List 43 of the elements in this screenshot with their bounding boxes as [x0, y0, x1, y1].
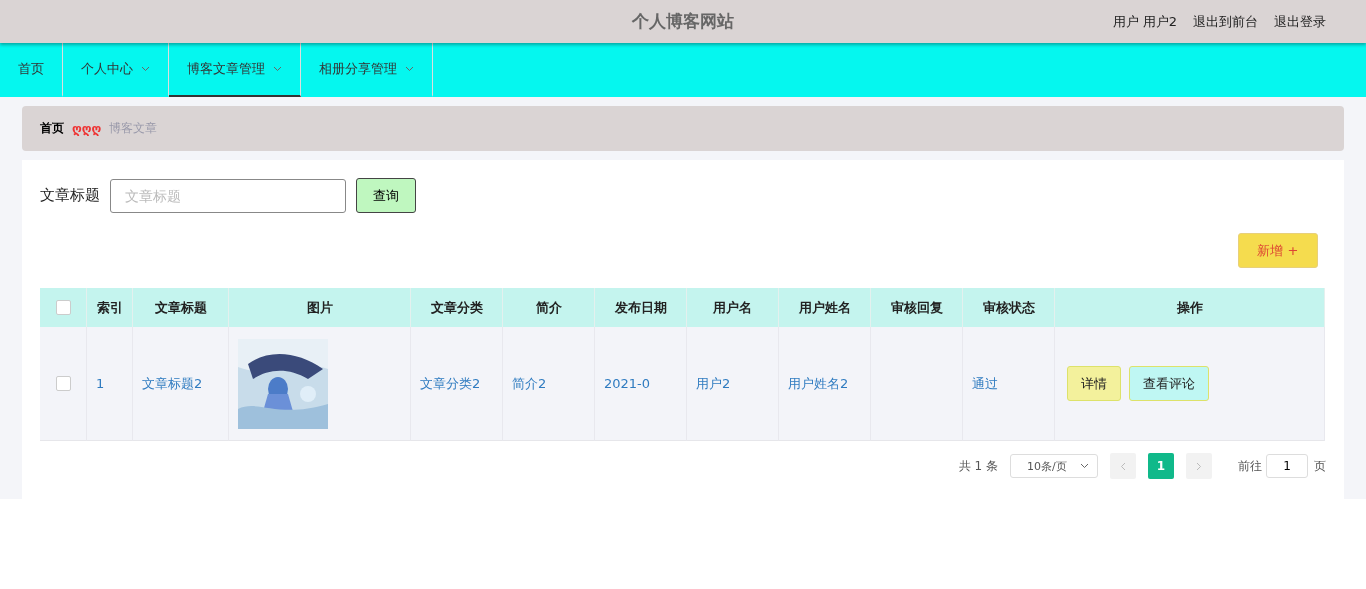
column-header: 文章分类 [411, 288, 503, 327]
user-label: 用户 用户2 [1112, 12, 1177, 31]
breadcrumb-current: 博客文章 [109, 120, 158, 137]
column-header: 图片 [229, 288, 411, 327]
column-header: 审核回复 [871, 288, 963, 327]
column-header: 审核状态 [963, 288, 1055, 327]
goto-label: 前往 [1238, 457, 1262, 475]
column-header: 发布日期 [595, 288, 687, 327]
search-label: 文章标题 [40, 186, 100, 205]
page-suffix: 页 [1314, 457, 1326, 475]
table-cell: 用户姓名2 [779, 327, 871, 441]
table-cell: 通过 [963, 327, 1055, 441]
site-title: 个人博客网站 [632, 10, 734, 33]
table-cell: 文章标题2 [133, 327, 229, 441]
prev-page-button[interactable] [1110, 453, 1136, 479]
table-cell: 用户2 [687, 327, 779, 441]
chevron-down-icon [1080, 463, 1089, 469]
page-size-select[interactable]: 10条/页 [1010, 454, 1098, 478]
table-cell: 文章分类2 [411, 327, 503, 441]
column-header: 索引 [87, 288, 133, 327]
action-button[interactable]: 查看评论 [1129, 366, 1209, 401]
total-count: 共 1 条 [958, 457, 998, 475]
breadcrumb-separator: ღღღ [72, 121, 102, 136]
breadcrumb-home[interactable]: 首页 [40, 120, 64, 137]
header-link[interactable]: 退出到前台 [1193, 12, 1258, 31]
next-page-button[interactable] [1186, 453, 1212, 479]
select-all-checkbox[interactable] [55, 300, 71, 315]
table-cell: 1 [87, 327, 133, 441]
column-header: 操作 [1055, 288, 1325, 327]
chevron-right-icon [1196, 461, 1202, 471]
action-button[interactable]: 详情 [1067, 366, 1121, 401]
column-header: 文章标题 [133, 288, 229, 327]
column-header: 用户名 [687, 288, 779, 327]
column-header: 简介 [503, 288, 595, 327]
table-cell: 简介2 [503, 327, 595, 441]
goto-page-field[interactable]: 1 [1266, 454, 1308, 478]
column-header: 用户姓名 [779, 288, 871, 327]
chevron-left-icon [1120, 461, 1126, 471]
search-field[interactable]: 文章标题 [110, 178, 346, 213]
header-link[interactable]: 退出登录 [1274, 12, 1326, 31]
row-checkbox[interactable] [55, 376, 71, 391]
search-button[interactable]: 查询 [356, 178, 416, 213]
table-cell: 2021-0 [595, 327, 687, 441]
